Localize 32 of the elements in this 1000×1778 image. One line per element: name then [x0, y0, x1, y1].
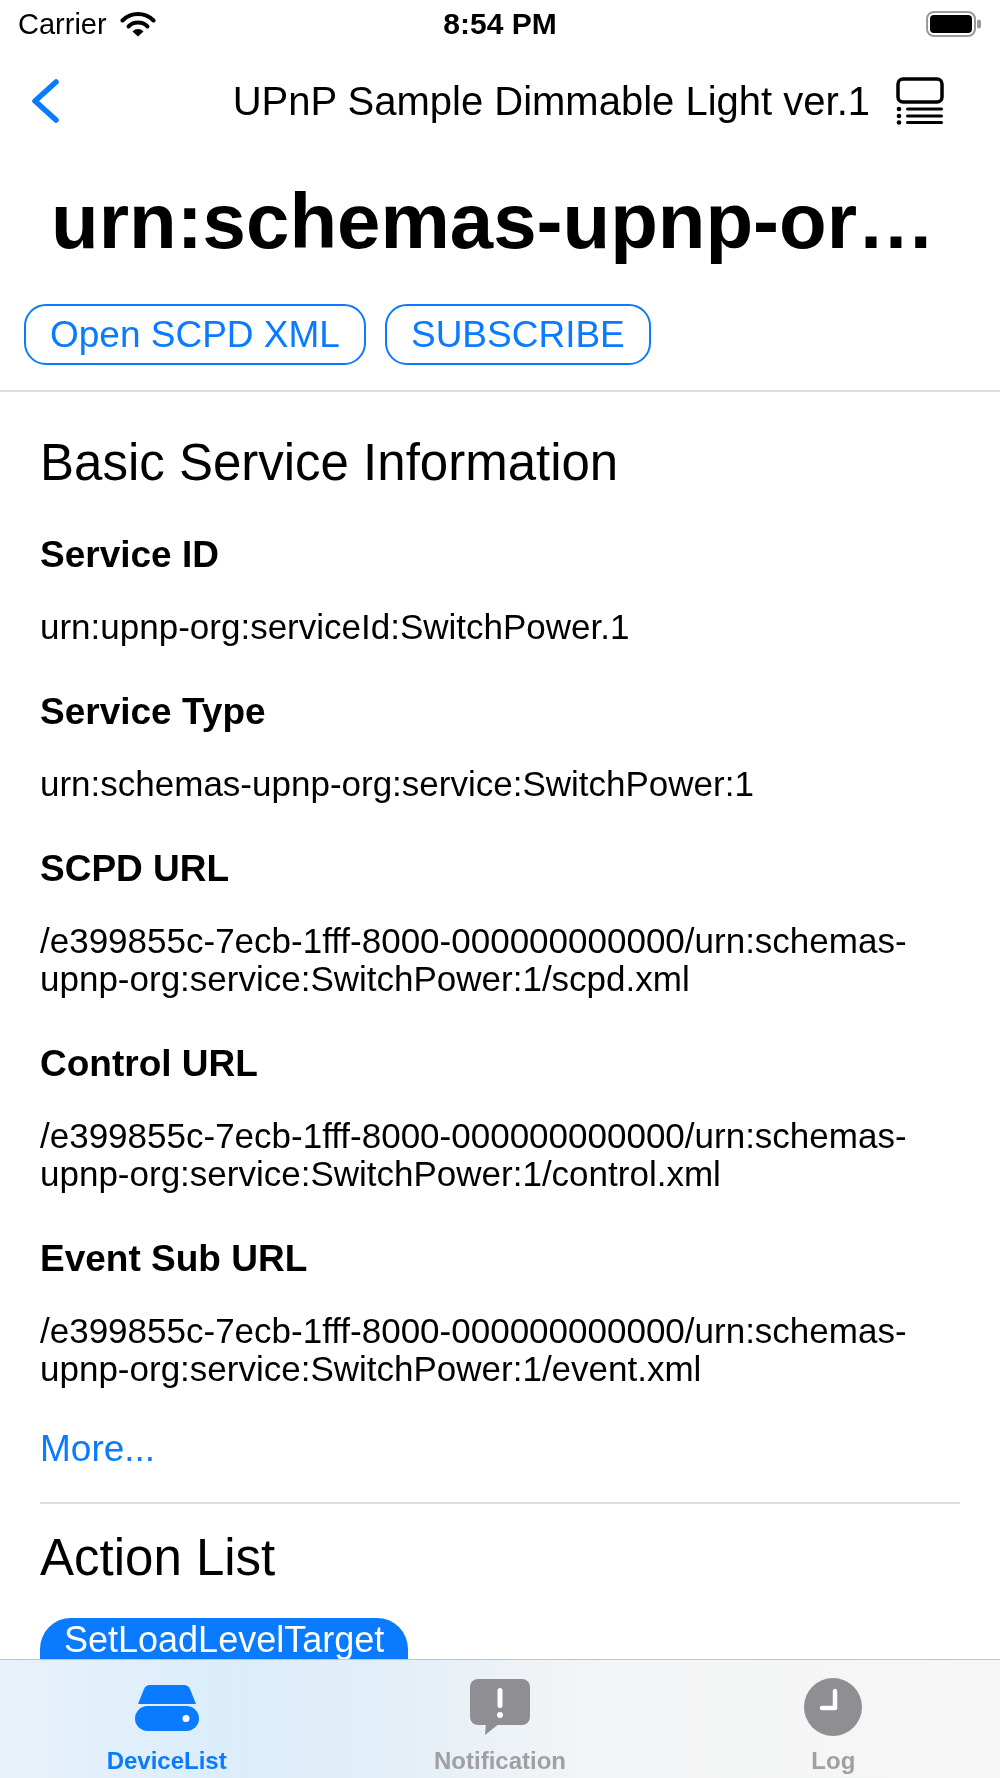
drive-icon: [134, 1683, 199, 1731]
field-value: /e399855c-7ecb-1fff-8000-000000000000/urn:schemas-upnp-org:service:SwitchPower:1/event.xml: [40, 1312, 908, 1388]
time-label: 8:54 PM: [443, 7, 557, 41]
field-value: urn:upnp-org:serviceId:SwitchPower.1: [40, 608, 631, 646]
section-heading: Basic Service Information: [40, 433, 620, 493]
field-value: urn:schemas-upnp-org:service:SwitchPower:1: [40, 765, 755, 803]
tab[interactable]: Notification: [333, 1660, 667, 1778]
nav-title: UPnP Sample Dimmable Light ver.1: [232, 78, 870, 125]
page-title: urn:schemas-upnp-or…: [51, 176, 936, 266]
subscribe-button[interactable]: SUBSCRIBE: [384, 304, 651, 365]
field-label: Service ID: [40, 533, 220, 577]
wifi-icon: [119, 11, 156, 37]
open-scpd-xml-button[interactable]: Open SCPD XML: [24, 304, 366, 365]
section-heading: Action List: [40, 1528, 277, 1588]
tab[interactable]: DeviceList: [0, 1660, 334, 1778]
clock-icon: [804, 1678, 863, 1736]
field-label: Service Type: [40, 690, 267, 734]
battery-icon: [926, 11, 982, 37]
field-label: Event Sub URL: [40, 1237, 309, 1281]
action-button[interactable]: SetLoadLevelTarget: [40, 1618, 409, 1659]
field-value: /e399855c-7ecb-1fff-8000-000000000000/urn:schemas-upnp-org:service:SwitchPower:1/control.xml: [40, 1117, 908, 1193]
field-label: Control URL: [40, 1042, 259, 1086]
field-label: SCPD URL: [40, 847, 231, 891]
chevron-left-icon: [30, 78, 60, 124]
field-value: /e399855c-7ecb-1fff-8000-000000000000/urn:schemas-upnp-org:service:SwitchPower:1/scpd.xml: [40, 922, 908, 998]
more-link[interactable]: More...: [40, 1427, 156, 1471]
device-list-button[interactable]: [895, 77, 945, 125]
carrier-label: Carrier: [18, 7, 107, 41]
back-button[interactable]: [30, 78, 60, 124]
tab[interactable]: Log: [666, 1660, 1000, 1778]
alert-bubble-icon: [470, 1679, 530, 1735]
list-icon: [895, 77, 945, 125]
